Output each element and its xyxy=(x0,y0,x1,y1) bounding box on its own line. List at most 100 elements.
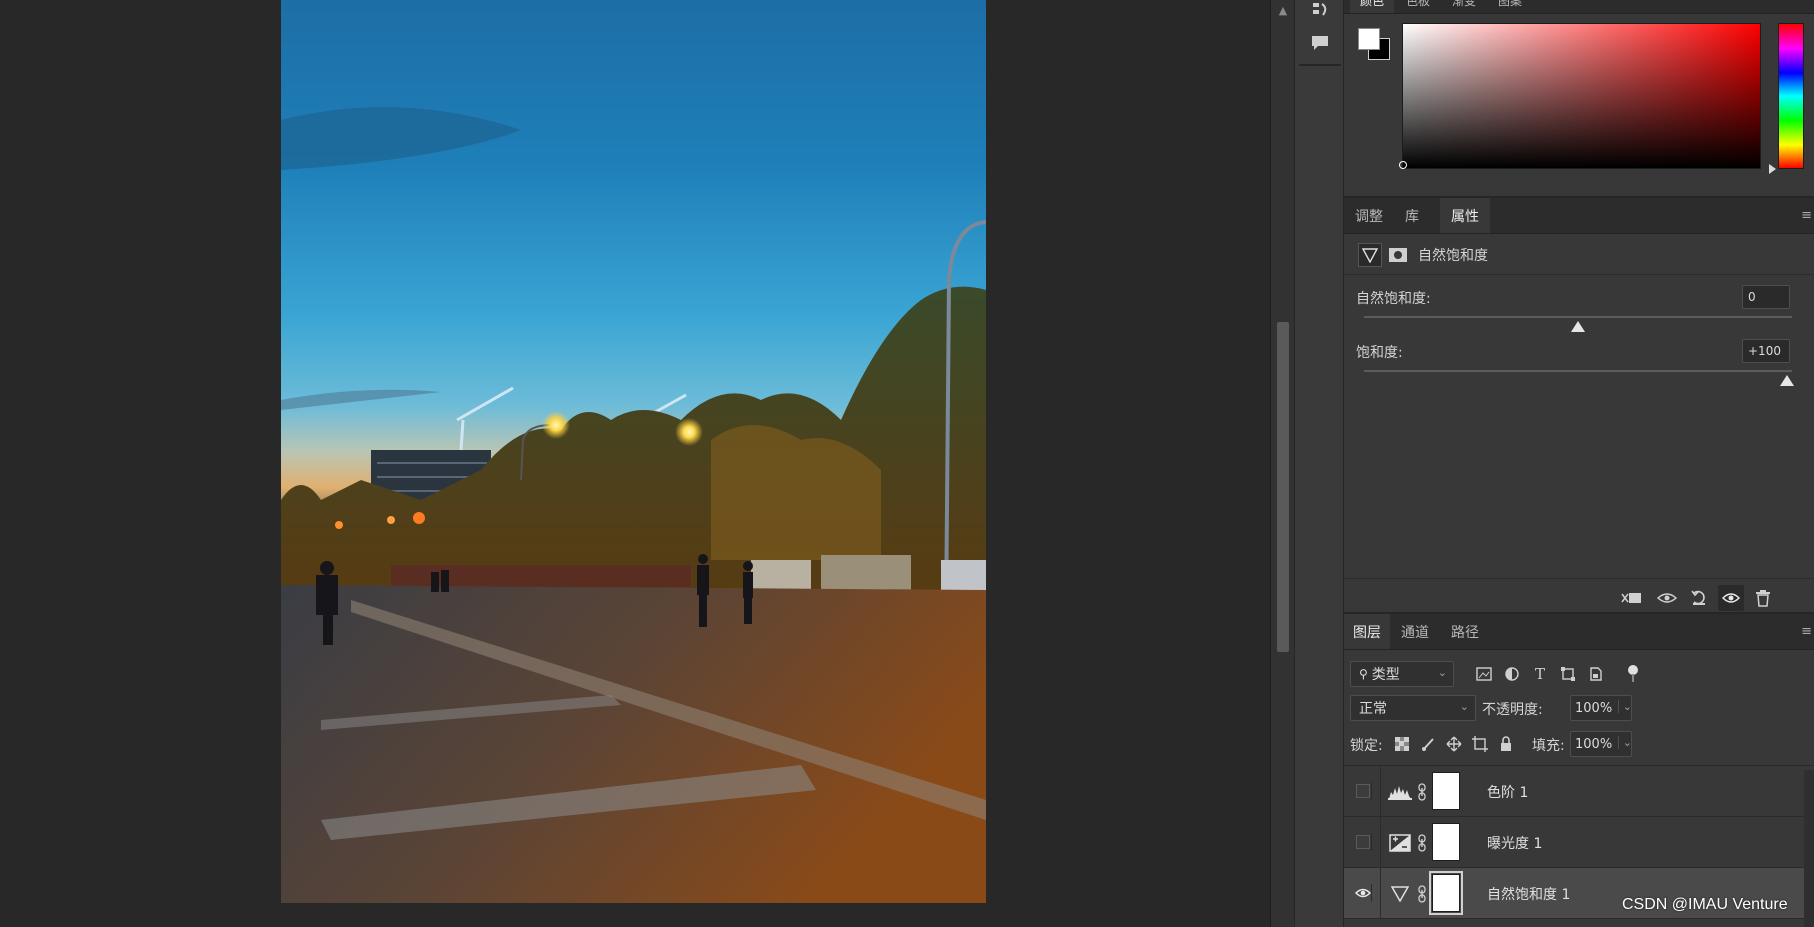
panel-menu-icon[interactable]: ≡ xyxy=(1801,624,1812,639)
scroll-up-arrow-icon[interactable]: ▲ xyxy=(1271,4,1295,20)
right-panel-dock: 颜色 色板 渐变 图案 调整 库 属性 ≡ 自然饱和度 自然饱和度: 0 饱和度… xyxy=(1344,0,1814,927)
vibrance-adjustment-icon[interactable] xyxy=(1358,243,1382,267)
lock-image-pixels-icon[interactable] xyxy=(1418,734,1438,754)
properties-panel-tabs: 调整 库 属性 ≡ xyxy=(1344,198,1814,234)
layer-visibility-toggle[interactable] xyxy=(1354,884,1372,902)
blend-mode-label: 正常 xyxy=(1359,701,1387,717)
saturation-value-field[interactable]: +100 xyxy=(1742,339,1790,363)
foreground-color-swatch[interactable] xyxy=(1358,28,1380,50)
saturation-slider-track[interactable] xyxy=(1364,370,1792,372)
link-chain-icon[interactable] xyxy=(1416,884,1428,904)
layer-name[interactable]: 自然饱和度 1 xyxy=(1487,884,1570,904)
saturation-label: 饱和度: xyxy=(1356,345,1403,361)
layer-row[interactable]: 曝光度 1 xyxy=(1344,817,1814,868)
color-picker-marker[interactable] xyxy=(1399,161,1407,169)
lock-artboard-icon[interactable] xyxy=(1470,734,1490,754)
column-divider xyxy=(1380,817,1381,868)
reset-adjustment-icon[interactable] xyxy=(1686,585,1712,611)
properties-header: 自然饱和度 xyxy=(1344,235,1814,275)
vibrance-slider-thumb[interactable] xyxy=(1571,321,1585,332)
color-panel-tabs: 颜色 色板 渐变 图案 xyxy=(1344,0,1814,14)
layer-filter-kind-dropdown[interactable]: ⚲ 类型 ⌄ xyxy=(1350,661,1454,687)
hue-slider-marker[interactable] xyxy=(1769,164,1776,174)
chevron-down-icon[interactable]: ⌄ xyxy=(1617,700,1632,713)
collapsed-panel-strip xyxy=(1294,0,1344,927)
blend-mode-dropdown[interactable]: 正常 ⌄ xyxy=(1350,695,1476,721)
filter-toggle-switch[interactable] xyxy=(1626,664,1640,684)
layer-mask-thumbnail[interactable] xyxy=(1432,823,1460,861)
layer-mask-thumbnail[interactable] xyxy=(1429,871,1463,915)
tab-channels[interactable]: 通道 xyxy=(1390,614,1440,649)
lock-label: 锁定: xyxy=(1350,738,1383,754)
clip-to-layer-icon[interactable] xyxy=(1618,585,1644,611)
tab-adjustments[interactable]: 调整 xyxy=(1344,198,1394,233)
document-image[interactable] xyxy=(281,0,986,903)
panel-menu-icon[interactable]: ≡ xyxy=(1801,208,1812,223)
scroll-thumb[interactable] xyxy=(1277,322,1289,652)
toggle-layer-visibility-icon[interactable] xyxy=(1718,585,1744,611)
layer-row[interactable]: 色阶 1 xyxy=(1344,766,1814,817)
opacity-field[interactable]: 100% ⌄ xyxy=(1570,695,1632,721)
canvas-vertical-scrollbar[interactable]: ▲ xyxy=(1270,0,1294,927)
fill-value: 100% xyxy=(1575,736,1613,752)
saturation-brightness-field[interactable] xyxy=(1402,23,1761,169)
search-icon: ⚲ xyxy=(1359,667,1368,681)
vibrance-label: 自然饱和度: xyxy=(1356,291,1431,307)
layer-name[interactable]: 曝光度 1 xyxy=(1487,833,1542,853)
filter-adjustment-layers-icon[interactable] xyxy=(1502,664,1522,684)
fill-field[interactable]: 100% ⌄ xyxy=(1570,731,1632,757)
twilight-street-photo xyxy=(281,0,986,903)
link-chain-icon[interactable] xyxy=(1416,782,1428,802)
filter-kind-label: 类型 xyxy=(1371,667,1400,683)
delete-adjustment-icon[interactable] xyxy=(1750,585,1776,611)
chevron-down-icon: ⌄ xyxy=(1437,666,1447,679)
chevron-down-icon[interactable]: ⌄ xyxy=(1617,736,1632,749)
link-chain-icon[interactable] xyxy=(1416,833,1428,853)
history-icon[interactable] xyxy=(1295,0,1345,26)
filter-pixel-layers-icon[interactable] xyxy=(1474,664,1494,684)
lock-transparent-pixels-icon[interactable] xyxy=(1392,734,1412,754)
vibrance-icon xyxy=(1388,882,1412,906)
tab-properties[interactable]: 属性 xyxy=(1440,198,1490,233)
column-divider xyxy=(1380,868,1381,919)
layer-visibility-toggle[interactable] xyxy=(1354,782,1372,800)
layer-visibility-toggle[interactable] xyxy=(1354,833,1372,851)
filter-smart-objects-icon[interactable] xyxy=(1586,664,1606,684)
adjustment-title: 自然饱和度 xyxy=(1418,248,1488,264)
tab-swatches[interactable]: 色板 xyxy=(1396,0,1440,13)
layers-scrollbar[interactable] xyxy=(1804,770,1814,927)
properties-footer xyxy=(1344,578,1814,616)
column-divider xyxy=(1380,766,1381,817)
layer-name[interactable]: 色阶 1 xyxy=(1487,782,1528,802)
tab-patterns[interactable]: 图案 xyxy=(1488,0,1532,13)
filter-type-layers-icon[interactable]: T xyxy=(1530,664,1550,684)
fill-label: 填充: xyxy=(1532,738,1565,754)
lock-all-icon[interactable] xyxy=(1496,734,1516,754)
eye-icon xyxy=(1354,888,1371,898)
filter-shape-layers-icon[interactable] xyxy=(1558,664,1578,684)
lock-position-icon[interactable] xyxy=(1444,734,1464,754)
strip-divider xyxy=(1299,64,1341,66)
comment-icon[interactable] xyxy=(1295,28,1345,58)
document-canvas[interactable] xyxy=(0,0,1270,927)
tab-gradients[interactable]: 渐变 xyxy=(1442,0,1486,13)
saturation-slider-thumb[interactable] xyxy=(1780,375,1794,386)
levels-icon xyxy=(1388,780,1412,804)
opacity-label: 不透明度: xyxy=(1482,702,1543,718)
layers-panel-tabs: 图层 通道 路径 ≡ xyxy=(1344,614,1814,650)
view-previous-state-icon[interactable] xyxy=(1654,585,1680,611)
hue-slider[interactable] xyxy=(1778,23,1804,169)
tab-color[interactable]: 颜色 xyxy=(1350,0,1394,13)
visibility-off-box xyxy=(1355,784,1370,798)
tab-layers[interactable]: 图层 xyxy=(1344,614,1390,649)
vibrance-slider-track[interactable] xyxy=(1364,316,1792,318)
exposure-icon xyxy=(1388,831,1412,855)
visibility-off-box xyxy=(1355,835,1370,849)
opacity-value: 100% xyxy=(1575,700,1613,716)
tab-libraries[interactable]: 库 xyxy=(1394,198,1430,233)
tab-paths[interactable]: 路径 xyxy=(1440,614,1490,649)
layer-mask-thumbnail[interactable] xyxy=(1432,772,1460,810)
vibrance-value-field[interactable]: 0 xyxy=(1742,285,1790,309)
layer-filter-row: ⚲ 类型 ⌄ T xyxy=(1344,656,1814,692)
layer-mask-icon[interactable] xyxy=(1386,243,1410,267)
